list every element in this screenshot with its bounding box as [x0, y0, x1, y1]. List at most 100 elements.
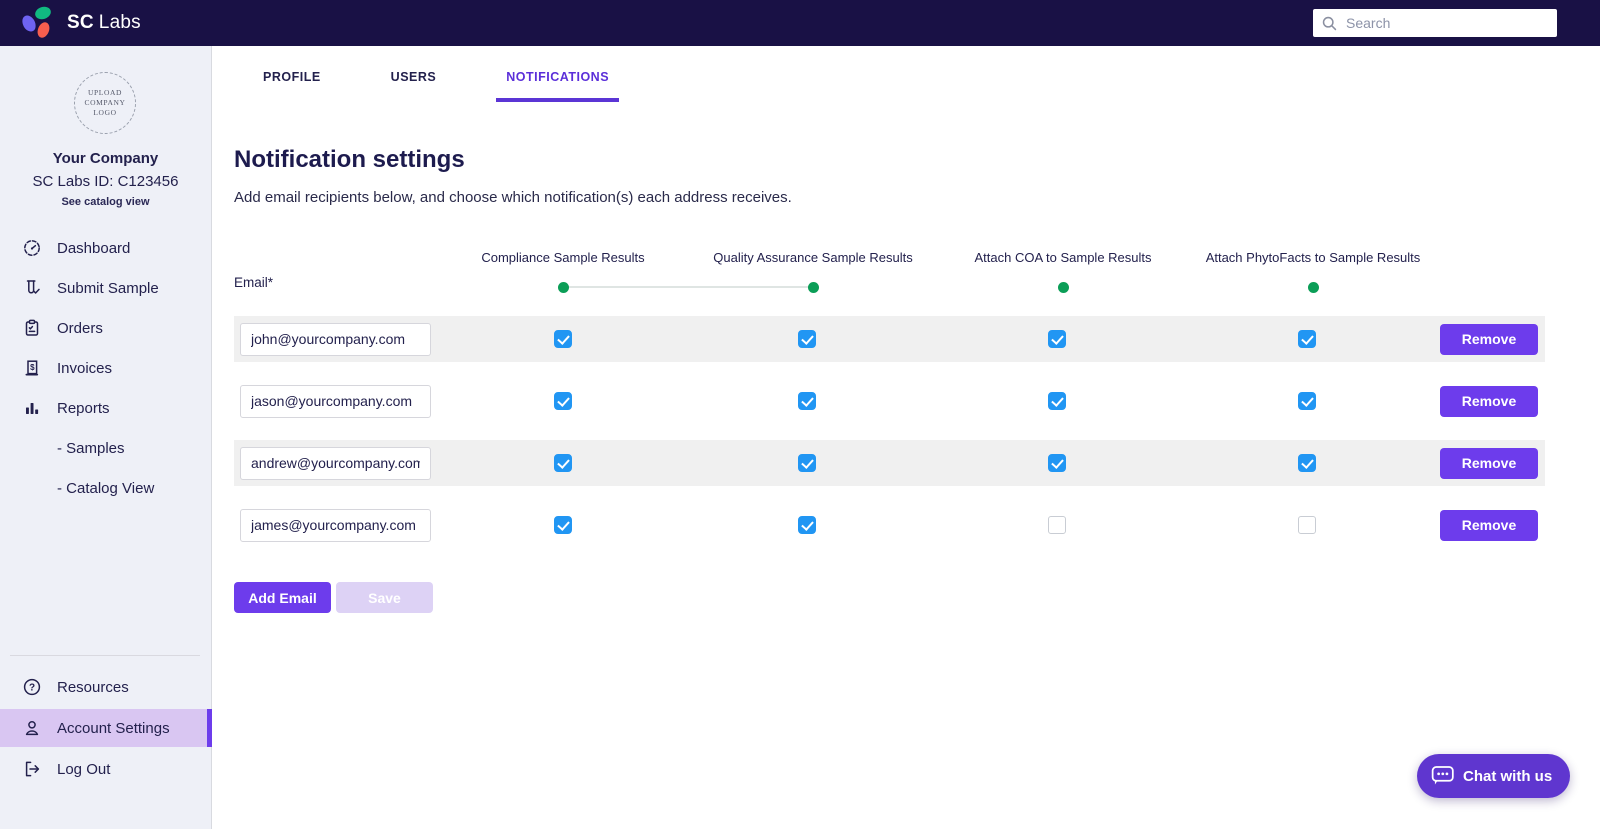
sidebar-item-label: Invoices	[57, 359, 113, 377]
remove-button[interactable]: Remove	[1440, 447, 1538, 479]
table-row: Remove	[234, 316, 1545, 362]
bar-chart-icon	[22, 398, 42, 418]
sidebar-bottom-nav: ? Resources Account Settings Log Out	[0, 667, 212, 789]
brand-name-light: Labs	[98, 12, 141, 33]
topbar: SC Labs	[0, 0, 1600, 46]
add-email-button[interactable]: Add Email	[234, 582, 331, 613]
tab-notifications[interactable]: NOTIFICATIONS	[496, 64, 620, 102]
email-column-label: Email*	[234, 275, 274, 290]
sidebar-item-label: Submit Sample	[57, 279, 159, 297]
company-name: Your Company	[52, 150, 159, 167]
sidebar-item-reports[interactable]: Reports	[0, 388, 211, 428]
chat-bubble-icon	[1431, 766, 1454, 785]
clipboard-icon	[22, 318, 42, 338]
main-content: PROFILE USERS NOTIFICATIONS Notification…	[212, 46, 1600, 829]
company-id: SC Labs ID: C123456	[32, 173, 179, 190]
checkbox-compliance-sample-results[interactable]	[554, 516, 572, 534]
svg-text:?: ?	[29, 682, 35, 693]
upload-company-logo-button[interactable]: UPLOAD COMPANY LOGO	[74, 72, 136, 134]
upload-logo-text: LOGO	[93, 108, 117, 117]
sidebar-item-resources[interactable]: ? Resources	[0, 667, 211, 707]
table-actions: Add Email Save	[234, 582, 433, 613]
table-row: Remove	[234, 378, 1545, 424]
checkbox-compliance-sample-results[interactable]	[554, 330, 572, 348]
remove-button[interactable]: Remove	[1440, 509, 1538, 541]
email-cell	[234, 508, 444, 542]
checkbox-attach-coa[interactable]	[1048, 330, 1066, 348]
checkbox-attach-coa[interactable]	[1048, 454, 1066, 472]
brand-name-bold: SC	[67, 12, 94, 33]
green-dot-indicator	[557, 282, 569, 293]
page-title: Notification settings	[234, 146, 465, 173]
sidebar-item-invoices[interactable]: $ Invoices	[0, 348, 211, 388]
brand-logo: SC Labs	[19, 4, 141, 42]
sidebar-item-submit-sample[interactable]: Submit Sample	[0, 268, 211, 308]
question-circle-icon: ?	[22, 677, 42, 697]
email-cell	[234, 322, 444, 356]
checkbox-quality-assurance-sample-results[interactable]	[798, 516, 816, 534]
checkbox-attach-coa[interactable]	[1048, 392, 1066, 410]
brand-name: SC Labs	[67, 12, 141, 34]
see-catalog-view-link[interactable]: See catalog view	[0, 196, 211, 208]
search-box	[1313, 9, 1557, 37]
email-input[interactable]	[240, 384, 431, 418]
email-input[interactable]	[240, 508, 431, 542]
dot-connector-line	[563, 286, 813, 288]
sidebar-item-log-out[interactable]: Log Out	[0, 749, 211, 789]
search-icon	[1322, 16, 1337, 30]
tab-strip: PROFILE USERS NOTIFICATIONS	[253, 64, 669, 102]
remove-button[interactable]: Remove	[1440, 385, 1538, 417]
invoice-icon: $	[22, 358, 42, 378]
svg-text:$: $	[30, 363, 35, 372]
page-subtitle: Add email recipients below, and choose w…	[234, 189, 792, 206]
app-window: SCLabs UPLOAD COMPANY LOGO Your Company …	[0, 0, 1600, 829]
checkbox-compliance-sample-results[interactable]	[554, 392, 572, 410]
sidebar-nav: Dashboard Submit Sample Orders $ Invoice…	[0, 228, 211, 508]
upload-logo-text: COMPANY	[84, 98, 126, 107]
email-input[interactable]	[240, 322, 431, 356]
table-row: Remove	[234, 440, 1545, 486]
sidebar-item-samples[interactable]: - Samples	[0, 428, 211, 468]
checkbox-attach-coa[interactable]	[1048, 516, 1066, 534]
checkbox-attach-phytofacts[interactable]	[1298, 330, 1316, 348]
chat-label: Chat with us	[1463, 767, 1553, 785]
sidebar-item-orders[interactable]: Orders	[0, 308, 211, 348]
checkbox-compliance-sample-results[interactable]	[554, 454, 572, 472]
sidebar-item-catalog-view[interactable]: - Catalog View	[0, 468, 211, 508]
email-input[interactable]	[240, 446, 431, 480]
search-input[interactable]	[1346, 15, 1549, 31]
tab-profile[interactable]: PROFILE	[253, 64, 331, 102]
email-rows: Remove Remove Remove Remove	[234, 316, 1545, 564]
sidebar-item-label: Resources	[57, 678, 129, 696]
checkbox-attach-phytofacts[interactable]	[1298, 454, 1316, 472]
person-icon	[22, 718, 42, 738]
sidebar-item-account-settings[interactable]: Account Settings	[0, 709, 212, 747]
checkbox-attach-phytofacts[interactable]	[1298, 392, 1316, 410]
sidebar-item-label: Orders	[57, 319, 103, 337]
checkbox-quality-assurance-sample-results[interactable]	[798, 330, 816, 348]
table-row: Remove	[234, 502, 1545, 548]
green-dot-indicator	[807, 282, 819, 293]
dashboard-gauge-icon	[22, 238, 42, 258]
email-cell	[234, 446, 444, 480]
sidebar-item-label: Account Settings	[57, 719, 170, 737]
checkbox-attach-phytofacts[interactable]	[1298, 516, 1316, 534]
sidebar: UPLOAD COMPANY LOGO Your Company SC Labs…	[0, 46, 212, 829]
green-dot-indicator	[1307, 282, 1319, 293]
sidebar-item-label: - Catalog View	[57, 479, 155, 497]
sidebar-item-dashboard[interactable]: Dashboard	[0, 228, 211, 268]
sidebar-item-label: Reports	[57, 399, 110, 417]
chat-with-us-button[interactable]: Chat with us	[1417, 754, 1571, 798]
sidebar-item-label: Dashboard	[57, 239, 131, 257]
upload-logo-text: UPLOAD	[87, 88, 123, 97]
sc-labs-logo-icon	[19, 4, 58, 42]
sidebar-item-label: - Samples	[57, 439, 125, 457]
checkbox-quality-assurance-sample-results[interactable]	[798, 454, 816, 472]
tab-users[interactable]: USERS	[381, 64, 447, 102]
save-button[interactable]: Save	[336, 582, 433, 613]
sidebar-divider	[10, 655, 200, 656]
remove-button[interactable]: Remove	[1440, 323, 1538, 355]
sidebar-item-label: Log Out	[57, 760, 111, 778]
checkbox-quality-assurance-sample-results[interactable]	[798, 392, 816, 410]
logout-icon	[22, 759, 42, 779]
